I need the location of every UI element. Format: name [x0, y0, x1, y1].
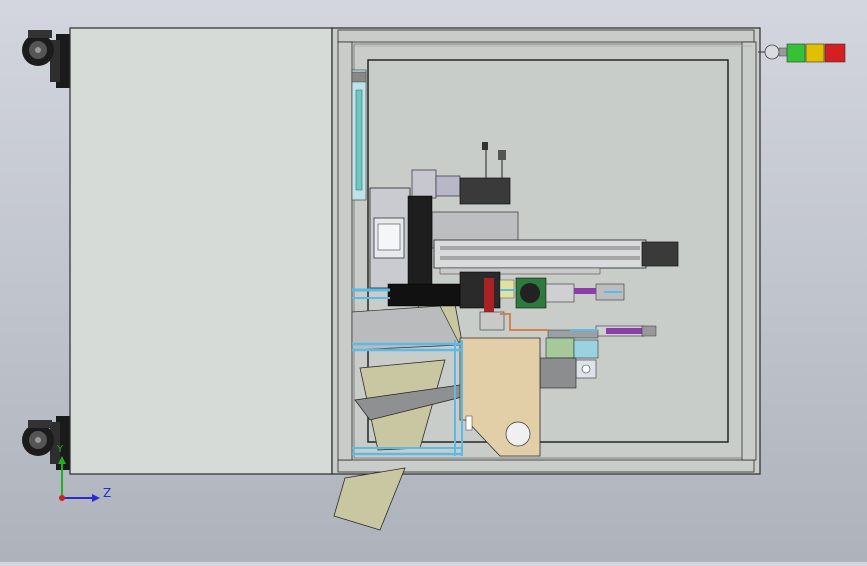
- green-light: [786, 43, 806, 63]
- side-panel: [69, 27, 333, 475]
- cad-viewport[interactable]: Z Y: [0, 0, 867, 562]
- yellow-light: [805, 43, 825, 63]
- vertical-guide-rail: [351, 69, 367, 201]
- caster-top: [22, 30, 70, 88]
- assembly-model[interactable]: [0, 0, 867, 562]
- red-light: [824, 43, 846, 63]
- signal-tower: [758, 43, 846, 63]
- z-axis-label: Z: [103, 486, 112, 500]
- y-axis-label: Y: [57, 444, 64, 455]
